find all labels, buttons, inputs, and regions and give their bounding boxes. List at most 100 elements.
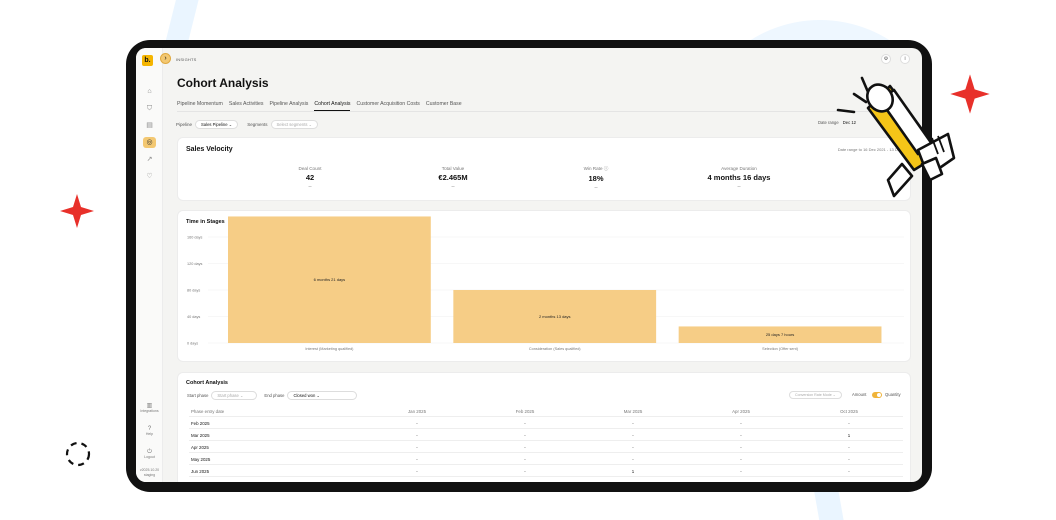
help-item[interactable]: ? Help [138, 426, 161, 437]
table-cell: - [848, 457, 850, 462]
end-phase-select[interactable]: Closed won ⌄ [287, 391, 358, 400]
segments-label: Segments [247, 121, 268, 127]
cohort-title: Cohort Analysis [186, 380, 228, 386]
table-cell: - [632, 433, 634, 438]
x-tick-label: Consideration (Sales qualified) [529, 347, 581, 351]
tab-bar: Pipeline Momentum Sales Activities Pipelin… [177, 101, 462, 111]
kpi-label: Total Value [441, 166, 465, 171]
kpi-sub: -- [594, 185, 598, 191]
app-screen: b. ⌂ ⛉ ▤ ◎ ↗ ♡ ▥ Integrations ? Help ⏻ Logout v202… [136, 48, 922, 482]
table-cell: - [632, 457, 634, 462]
column-header: Apr 2025 [732, 409, 750, 414]
table-cell: - [416, 433, 418, 438]
page-title: Cohort Analysis [177, 76, 269, 90]
table-cell: - [848, 445, 850, 450]
table-cell: - [416, 421, 418, 426]
segments-select[interactable]: Select segments ⌄ [270, 119, 319, 129]
column-header: Oct 2025 [840, 409, 858, 414]
kpi-value: 18% [588, 174, 604, 183]
top-bar: INSIGHTS ⚙ i [163, 48, 922, 70]
table-cell: - [740, 421, 742, 426]
table-cell: - [740, 433, 742, 438]
loading-ring-icon [65, 441, 91, 467]
y-tick-label: 120 days [187, 262, 203, 266]
table-cell: Feb 2025 [191, 421, 210, 426]
table-cell: - [740, 445, 742, 450]
sales-velocity-card: Sales Velocity Date range to 16 Dec 2021… [177, 137, 911, 201]
pipeline-select[interactable]: Sales Pipeline ⌄ [195, 119, 239, 129]
home-icon[interactable]: ⌂ [143, 86, 156, 97]
target-icon[interactable]: ◎ [143, 137, 156, 148]
column-header: Feb 2025 [515, 409, 535, 414]
end-phase-label: End phase [264, 393, 285, 398]
kpi-2: Win Rate ⓘ 18% -- [516, 166, 676, 191]
table-header: Phase entry date Jan 2025 Feb 2025 Mar 2025… [189, 405, 903, 417]
trend-icon[interactable]: ↗ [143, 154, 156, 165]
y-tick-label: 160 days [187, 236, 203, 240]
table-cell: Mar 2025 [191, 433, 210, 438]
x-tick-label: Interest (Marketing qualified) [305, 347, 354, 351]
help-item-label: Help [145, 432, 154, 436]
x-tick-label: Selection (Offer sent) [762, 347, 799, 351]
sparkle-icon [60, 194, 94, 228]
tab-customer-base[interactable]: Customer Base [426, 101, 462, 111]
table-cell: Apr 2025 [191, 445, 209, 450]
kpi-sub: -- [308, 184, 312, 190]
table-cell: - [524, 445, 526, 450]
kpi-3: Average Duration 4 months 16 days -- [659, 166, 819, 190]
table-cell: - [416, 445, 418, 450]
table-cell: - [416, 457, 418, 462]
time-in-stages-card: Time in Stages 0 days 40 days 80 days 120 d… [177, 210, 911, 362]
sidebar: b. ⌂ ⛉ ▤ ◎ ↗ ♡ ▥ Integrations ? Help ⏻ Logout v202… [136, 48, 163, 482]
table-cell: - [740, 457, 742, 462]
table-cell: - [632, 421, 634, 426]
amount-quantity-toggle[interactable] [872, 392, 882, 398]
y-tick-label: 80 days [187, 289, 200, 293]
megaphone-icon [836, 76, 956, 198]
logout-item[interactable]: ⏻ Logout [138, 449, 161, 460]
table-row: Jun 2025 - - 1 - - [189, 465, 903, 477]
quantity-label: Quantity [885, 392, 901, 397]
kpi-sub: -- [451, 184, 455, 190]
table-cell: - [524, 469, 526, 474]
cohort-analysis-card: Cohort Analysis Start phase Start phase … [177, 372, 911, 482]
table-cell: Jun 2025 [191, 469, 210, 474]
tab-pipeline-momentum[interactable]: Pipeline Momentum [177, 101, 223, 111]
info-icon[interactable]: i [900, 54, 910, 64]
tab-pipeline-analysis[interactable]: Pipeline Analysis [269, 101, 308, 111]
sales-velocity-title: Sales Velocity [186, 146, 233, 153]
column-header: Phase entry date [191, 409, 225, 414]
heart-icon[interactable]: ♡ [143, 171, 156, 182]
app-logo[interactable]: b. [142, 55, 153, 66]
kpi-sub: -- [737, 184, 741, 190]
time-in-stages-chart: 0 days 40 days 80 days 120 days 160 days 6 mo… [187, 216, 904, 351]
mode-select[interactable]: Conversion Rate Mode ⌄ [789, 391, 842, 399]
tab-cohort-analysis[interactable]: Cohort Analysis [314, 101, 351, 111]
table-cell: - [524, 433, 526, 438]
column-header: Mar 2025 [623, 409, 643, 414]
table-row: Feb 2025 - - - - - [189, 417, 903, 429]
bar-data-label: 25 days 7 hours [766, 332, 794, 337]
kpi-label: Deal Count [298, 166, 322, 171]
column-header: Jan 2025 [407, 409, 427, 414]
gear-icon[interactable]: ⚙ [881, 54, 891, 64]
amount-label: Amount [852, 392, 867, 397]
y-tick-label: 0 days [187, 342, 198, 346]
table-cell: - [740, 469, 742, 474]
y-tick-label: 40 days [187, 315, 200, 319]
shield-icon[interactable]: ⛉ [143, 103, 156, 114]
kpi-1: Total Value €2.465M -- [373, 166, 533, 190]
integrations-item-label: Integrations [140, 409, 159, 413]
integrations-item[interactable]: ▥ Integrations [138, 403, 161, 414]
table-cell: - [848, 421, 850, 426]
kpi-value: 4 months 16 days [707, 173, 771, 182]
tab-customer-acquisition-costs[interactable]: Customer Acquisition Costs [356, 101, 419, 111]
tabs-divider [177, 111, 908, 112]
filter-bar: Pipeline Sales Pipeline ⌄ Segments Selec… [176, 118, 319, 130]
table-cell: - [416, 469, 418, 474]
tab-sales-activities[interactable]: Sales Activities [229, 101, 264, 111]
document-icon[interactable]: ▤ [143, 120, 156, 131]
kpi-label: Win Rate ⓘ [583, 166, 609, 171]
promo-stage: { "app": { "logo_text": "b.", "expand_ic… [0, 0, 1056, 520]
start-phase-select[interactable]: Start phase ⌄ [211, 391, 258, 400]
